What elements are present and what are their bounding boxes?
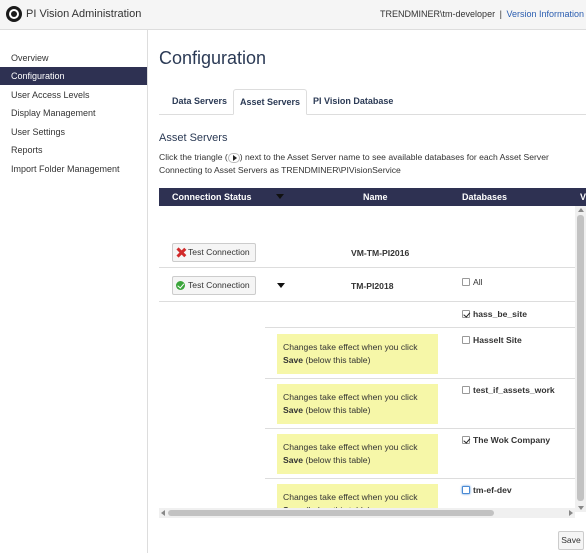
- tab-asset-servers[interactable]: Asset Servers: [233, 89, 308, 115]
- description-connection-account: Connecting to Asset Servers as TRENDMINE…: [159, 164, 401, 175]
- column-header-extra[interactable]: V: [580, 188, 586, 206]
- description-text-after: ) next to the Asset Server name to see a…: [239, 152, 549, 162]
- tab-pi-vision-database[interactable]: PI Vision Database: [307, 89, 399, 115]
- test-connection-button[interactable]: Test Connection: [172, 243, 256, 262]
- database-checkbox[interactable]: [462, 336, 470, 344]
- horizontal-scroll-thumb[interactable]: [168, 510, 494, 516]
- save-button[interactable]: Save: [558, 531, 584, 550]
- row-divider: [159, 301, 586, 302]
- row-divider: [265, 378, 586, 379]
- notice-line1: Changes take effect when you click: [283, 492, 418, 502]
- vertical-scrollbar[interactable]: [575, 206, 586, 512]
- page-title: Configuration: [159, 48, 267, 68]
- notice-save-word: Save: [283, 454, 304, 465]
- save-notice: Changes take effect when you click Save …: [277, 334, 438, 374]
- server-name: VM-TM-PI2016: [351, 248, 410, 258]
- test-connection-label: Test Connection: [188, 280, 250, 290]
- database-checkbox[interactable]: [462, 436, 470, 444]
- tab-data-servers[interactable]: Data Servers: [166, 89, 233, 115]
- column-header-connection-status[interactable]: Connection Status: [172, 188, 252, 206]
- description-text-before: Click the triangle (: [159, 152, 228, 162]
- table-header: Connection Status Name Databases V: [159, 188, 586, 206]
- database-name: tm-ef-dev: [473, 485, 512, 495]
- sidebar-item-import-folder-management[interactable]: Import Folder Management: [0, 160, 147, 178]
- all-databases-checkbox[interactable]: [462, 278, 470, 286]
- scroll-left-arrow-icon[interactable]: [161, 510, 165, 516]
- sidebar-item-user-access-levels[interactable]: User Access Levels: [0, 86, 147, 104]
- app-title: PI Vision Administration: [26, 8, 142, 20]
- version-information-link[interactable]: Version Information: [506, 9, 584, 19]
- section-description: Click the triangle ( ) next to the Asset …: [159, 151, 584, 176]
- user-name: TRENDMINER\tm-developer: [380, 9, 496, 19]
- notice-line2: (below this table): [303, 404, 371, 415]
- notice-line1: Changes take effect when you click: [283, 342, 418, 352]
- save-notice: Changes take effect when you click Save …: [277, 384, 438, 424]
- notice-save-word: Save: [283, 354, 304, 365]
- row-divider: [265, 478, 586, 479]
- section-title: Asset Servers: [159, 132, 228, 144]
- server-name: TM-PI2018: [351, 281, 394, 291]
- notice-line1: Changes take effect when you click: [283, 392, 418, 402]
- error-x-icon: [176, 248, 185, 257]
- test-connection-label: Test Connection: [188, 247, 250, 257]
- database-name: hass_be_site: [473, 309, 527, 319]
- database-name: The Wok Company: [473, 435, 551, 445]
- database-checkbox[interactable]: [462, 486, 470, 494]
- scroll-right-arrow-icon[interactable]: [569, 510, 573, 516]
- notice-line1: Changes take effect when you click: [283, 442, 418, 452]
- row-divider: [265, 428, 586, 429]
- row-divider: [159, 267, 586, 268]
- database-name: test_if_assets_work: [473, 385, 555, 395]
- notice-line2: (below this table): [303, 354, 371, 365]
- pi-logo-icon: [6, 6, 22, 22]
- collapse-caret-icon[interactable]: [277, 283, 285, 288]
- success-check-icon: [176, 281, 185, 290]
- database-checkbox[interactable]: [462, 310, 470, 318]
- sidebar-item-configuration[interactable]: Configuration: [0, 67, 147, 85]
- column-header-name[interactable]: Name: [363, 188, 388, 206]
- sidebar-item-reports[interactable]: Reports: [0, 141, 147, 159]
- column-header-databases[interactable]: Databases: [462, 188, 507, 206]
- sort-caret-icon[interactable]: [276, 194, 284, 199]
- notice-line2: (below this table): [303, 454, 371, 465]
- all-databases-label: All: [473, 277, 483, 287]
- asset-servers-table: Connection Status Name Databases V Test …: [159, 188, 586, 518]
- vertical-scroll-thumb[interactable]: [577, 215, 584, 501]
- scroll-up-arrow-icon[interactable]: [578, 208, 584, 212]
- header-separator: |: [499, 9, 502, 19]
- app-header: PI Vision Administration TRENDMINER\tm-d…: [0, 0, 586, 30]
- test-connection-button[interactable]: Test Connection: [172, 276, 256, 295]
- expand-triangle-icon: [227, 152, 240, 163]
- database-checkbox[interactable]: [462, 386, 470, 394]
- database-name: Hasselt Site: [473, 335, 522, 345]
- sidebar-item-overview[interactable]: Overview: [0, 49, 147, 67]
- user-info: TRENDMINER\tm-developer | Version Inform…: [380, 9, 584, 19]
- sidebar: Overview Configuration User Access Level…: [0, 30, 148, 553]
- sidebar-item-user-settings[interactable]: User Settings: [0, 123, 147, 141]
- tab-bar: Data Servers Asset Servers PI Vision Dat…: [159, 89, 586, 115]
- main-content: Configuration Data Servers Asset Servers…: [148, 30, 586, 553]
- horizontal-scrollbar[interactable]: [159, 508, 575, 518]
- scroll-down-arrow-icon[interactable]: [578, 506, 584, 510]
- row-divider: [265, 327, 586, 328]
- sidebar-item-display-management[interactable]: Display Management: [0, 104, 147, 122]
- notice-save-word: Save: [283, 404, 304, 415]
- save-notice: Changes take effect when you click Save …: [277, 434, 438, 474]
